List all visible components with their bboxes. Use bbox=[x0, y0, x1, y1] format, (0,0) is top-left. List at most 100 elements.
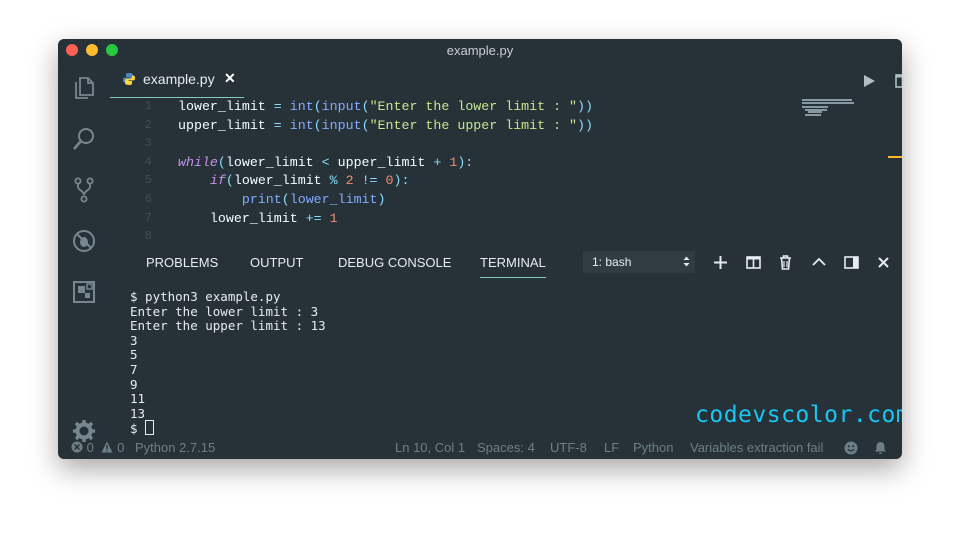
python-interpreter[interactable]: Python 2.7.15 bbox=[135, 440, 215, 455]
code-token: ( bbox=[361, 117, 370, 133]
code-token: input bbox=[321, 117, 362, 133]
code-token: = bbox=[273, 99, 282, 114]
encoding[interactable]: UTF-8 bbox=[550, 440, 587, 455]
debug-icon[interactable] bbox=[71, 228, 97, 254]
extensions-icon[interactable] bbox=[71, 279, 97, 305]
terminal-prompt-line: $ bbox=[130, 420, 326, 437]
tab-output[interactable]: OUTPUT bbox=[250, 255, 303, 270]
code-token: input bbox=[321, 99, 362, 114]
close-icon[interactable] bbox=[878, 257, 889, 268]
line-number: 4 bbox=[144, 154, 152, 169]
select-arrows-icon bbox=[683, 256, 690, 267]
source-control-icon[interactable] bbox=[71, 177, 97, 203]
cursor-position[interactable]: Ln 10, Col 1 bbox=[395, 440, 465, 455]
status-bar: 0 0 Python 2.7.15 Ln 10, Col 1 Spaces: 4… bbox=[58, 437, 902, 459]
minimap[interactable] bbox=[802, 99, 862, 117]
code-token: = bbox=[273, 117, 282, 133]
code-line: 4 while(lower_limit < upper_limit + 1): bbox=[110, 155, 845, 173]
code-line: 7 lower_limit += 1 bbox=[110, 211, 845, 229]
code-token: int bbox=[289, 99, 314, 114]
code-token: ): bbox=[393, 173, 410, 189]
terminal-line: $ python3 example.py bbox=[130, 289, 281, 304]
code-editor[interactable]: 1 lower_limit = int(input("Enter the lowe… bbox=[110, 97, 845, 247]
line-number: 1 bbox=[144, 99, 152, 113]
code-text: if(lower_limit % 2 != 0): bbox=[178, 173, 410, 189]
code-line: 5 if(lower_limit % 2 != 0): bbox=[110, 173, 845, 191]
line-number: 3 bbox=[144, 136, 152, 151]
tab-terminal[interactable]: TERMINAL bbox=[480, 255, 546, 278]
activity-bar bbox=[58, 61, 110, 442]
terminal-cursor bbox=[145, 420, 155, 436]
tab-problems[interactable]: PROBLEMS bbox=[146, 255, 218, 270]
bell-icon[interactable] bbox=[874, 441, 887, 455]
panel-toggle-icon[interactable] bbox=[844, 256, 859, 269]
code-token: ( bbox=[313, 117, 322, 133]
language-mode[interactable]: Python bbox=[633, 440, 673, 455]
code-text: print(lower_limit) bbox=[178, 192, 386, 207]
search-icon[interactable] bbox=[71, 126, 97, 152]
terminal-line: 13 bbox=[130, 405, 146, 421]
code-line: 1 lower_limit = int(input("Enter the lowe… bbox=[110, 99, 845, 117]
code-token: 1 bbox=[329, 210, 338, 226]
split-terminal-icon[interactable] bbox=[746, 256, 761, 269]
code-token: "Enter the upper limit : " bbox=[369, 117, 578, 133]
vscode-window: example.py example.py ✕ 1 lower_limit = … bbox=[58, 39, 902, 459]
line-number: 6 bbox=[144, 192, 152, 206]
split-editor-icon[interactable] bbox=[895, 74, 902, 88]
code-token: ( bbox=[225, 173, 234, 189]
tab-example-py[interactable]: example.py ✕ bbox=[110, 61, 244, 98]
code-token: )) bbox=[577, 117, 593, 133]
code-token: lower_limit bbox=[233, 173, 330, 189]
code-token: )) bbox=[577, 99, 593, 114]
play-icon[interactable] bbox=[862, 74, 876, 88]
code-token: if bbox=[209, 173, 226, 189]
terminal-select[interactable]: 1: bash bbox=[583, 251, 695, 273]
code-line: 3 bbox=[110, 136, 845, 154]
code-token: "Enter the lower limit : " bbox=[369, 99, 578, 114]
code-text: lower_limit = int(input("Enter the lower… bbox=[178, 99, 593, 114]
code-token: 2 bbox=[345, 173, 354, 189]
panel-tab-bar: PROBLEMS OUTPUT DEBUG CONSOLE TERMINAL 1… bbox=[110, 249, 902, 283]
problems-status[interactable]: 0 0 bbox=[71, 440, 124, 455]
code-token: 0 bbox=[385, 173, 394, 189]
terminal-line: 11 bbox=[130, 391, 146, 407]
terminal-line: Enter the upper limit : 13 bbox=[130, 318, 326, 334]
smiley-icon[interactable] bbox=[844, 441, 858, 455]
trash-icon[interactable] bbox=[779, 255, 792, 270]
title-bar: example.py bbox=[58, 39, 902, 61]
code-token: ( bbox=[281, 192, 290, 207]
code-token: upper_limit bbox=[329, 154, 434, 170]
error-count: 0 bbox=[86, 440, 94, 455]
code-line: 8 bbox=[110, 229, 845, 247]
terminal-output[interactable]: $ python3 example.py Enter the lower lim… bbox=[130, 289, 326, 437]
code-token: lower_limit bbox=[178, 210, 306, 226]
line-number: 8 bbox=[144, 229, 152, 244]
files-icon[interactable] bbox=[71, 75, 97, 101]
window-title: example.py bbox=[446, 43, 514, 58]
code-token: ( bbox=[361, 99, 370, 114]
code-line: 2 upper_limit = int(input("Enter the uppe… bbox=[110, 118, 845, 136]
terminal-prompt: $ bbox=[130, 421, 146, 437]
code-text: upper_limit = int(input("Enter the upper… bbox=[178, 118, 593, 133]
tab-debug-console[interactable]: DEBUG CONSOLE bbox=[338, 255, 451, 270]
line-number: 2 bbox=[144, 117, 152, 132]
plus-icon[interactable] bbox=[714, 256, 727, 269]
code-token: while bbox=[178, 154, 218, 170]
status-message[interactable]: Variables extraction fail bbox=[690, 440, 823, 455]
terminal-line: 7 bbox=[130, 361, 138, 377]
line-ending[interactable]: LF bbox=[604, 440, 619, 455]
code-token: lower_limit bbox=[289, 192, 378, 207]
code-token: < bbox=[321, 154, 330, 170]
tab-close-icon[interactable]: ✕ bbox=[224, 70, 236, 87]
code-token: print bbox=[241, 192, 282, 207]
warning-count: 0 bbox=[117, 440, 125, 455]
chevron-up-icon[interactable] bbox=[812, 257, 826, 267]
code-token: ) bbox=[377, 192, 386, 207]
code-token: % bbox=[329, 173, 338, 189]
code-line: 6 print(lower_limit) bbox=[110, 192, 845, 210]
indentation[interactable]: Spaces: 4 bbox=[477, 440, 535, 455]
